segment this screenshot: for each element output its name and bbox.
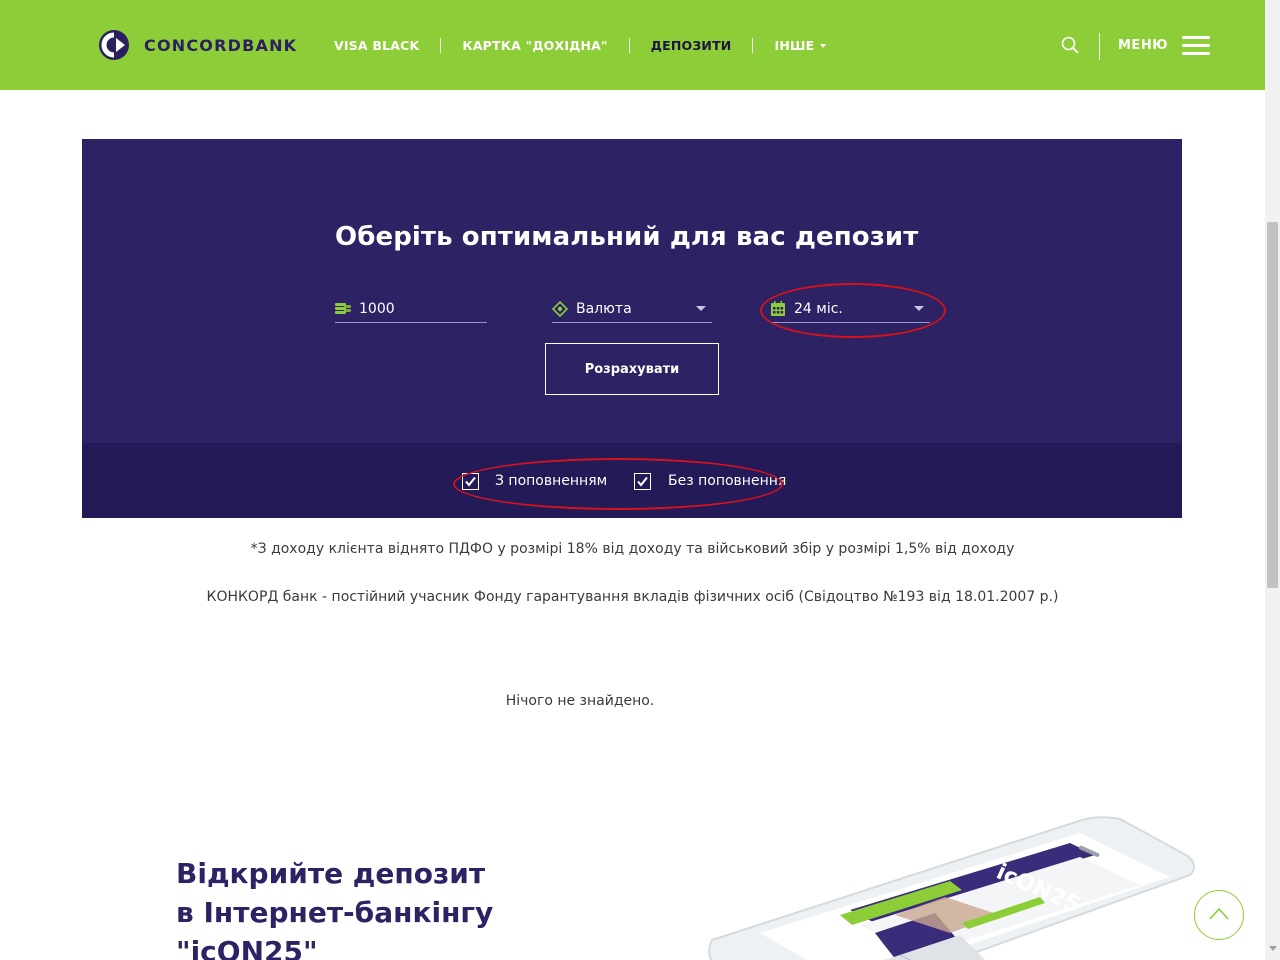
amount-input[interactable]: 1000 [335, 295, 487, 323]
checkmark-icon [465, 476, 476, 487]
empty-results-message: Нічого не знайдено. [505, 693, 655, 709]
coins-icon [335, 302, 351, 314]
nav-item-other-label: ІНШЕ [774, 37, 815, 53]
checkmark-icon [637, 476, 648, 487]
nav-item-card-dokhidna[interactable]: КАРТКА "ДОХІДНА" [441, 38, 628, 53]
calculate-button[interactable]: Розрахувати [545, 343, 719, 395]
scroll-to-top-button[interactable] [1194, 890, 1244, 940]
with-topup-checkbox[interactable] [462, 473, 479, 490]
currency-select[interactable]: Валюта [552, 295, 712, 323]
nav-item-visa-black[interactable]: VISA BLACK [322, 38, 440, 53]
promo-title-line: "icON25" [176, 935, 318, 960]
caret-down-icon [820, 44, 827, 48]
header-divider [1099, 33, 1100, 60]
currency-value: Валюта [576, 300, 632, 317]
scroll-down-arrow-icon[interactable] [1269, 946, 1277, 951]
without-topup-checkbox[interactable] [634, 473, 651, 490]
hamburger-icon[interactable] [1182, 36, 1210, 56]
dropdown-arrow-icon [696, 306, 706, 311]
phone-mockup-image: icON25 [708, 816, 1196, 960]
deposit-options-bar [82, 443, 1182, 518]
promo-title-line: Відкрийте депозит [176, 857, 486, 890]
main-nav: VISA BLACK КАРТКА "ДОХІДНА" ДЕПОЗИТИ ІНШ… [322, 36, 847, 54]
chevron-up-icon [1209, 907, 1229, 920]
with-topup-label[interactable]: З поповненням [495, 473, 607, 489]
tax-note: *З доходу клієнта віднято ПДФО у розмірі… [250, 541, 1015, 557]
page-scrollbar[interactable] [1265, 0, 1280, 960]
amount-value: 1000 [359, 300, 395, 317]
promo-title-line: в Інтернет-банкінгу [176, 896, 494, 929]
currency-icon [552, 300, 568, 317]
site-header: CONCORDBANK VISA BLACK КАРТКА "ДОХІДНА" … [0, 0, 1265, 90]
calendar-icon [771, 300, 785, 316]
promo-title: Відкрийте депозит в Інтернет-банкінгу "i… [176, 854, 493, 960]
dropdown-arrow-icon [914, 306, 924, 311]
search-icon[interactable] [1061, 36, 1079, 54]
concord-bank-logo[interactable]: CONCORDBANK [98, 29, 297, 61]
nav-item-other[interactable]: ІНШЕ [753, 38, 847, 53]
logo-text: CONCORDBANK [144, 35, 298, 55]
nav-divider [440, 37, 442, 53]
menu-label[interactable]: МЕНЮ [1118, 38, 1168, 53]
guarantee-note: КОНКОРД банк - постійний учасник Фонду г… [206, 589, 1059, 605]
without-topup-label[interactable]: Без поповнення [668, 473, 786, 489]
logo-icon [99, 30, 129, 60]
calculator-title: Оберіть оптимальний для вас депозит [335, 222, 919, 252]
nav-divider [752, 37, 754, 53]
scrollbar-thumb[interactable] [1267, 222, 1278, 588]
nav-item-deposits[interactable]: ДЕПОЗИТИ [630, 38, 753, 53]
deposit-calculator-panel [82, 139, 1182, 443]
term-select[interactable]: 24 міс. [770, 295, 930, 323]
term-value: 24 міс. [794, 300, 843, 317]
nav-divider [628, 37, 630, 53]
